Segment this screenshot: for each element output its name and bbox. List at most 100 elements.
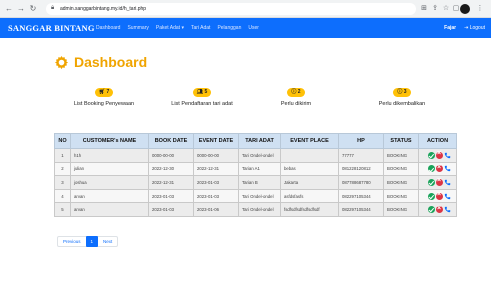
card-label: Perlu dikirim: [280, 101, 312, 107]
delete-icon[interactable]: [435, 177, 443, 186]
cell-action: [418, 161, 457, 177]
extension-icon[interactable]: ⊞: [420, 5, 428, 13]
cell-action: [418, 175, 457, 190]
nav-link-tari-adat[interactable]: Tari Adat: [191, 25, 210, 31]
cell-status: BOOKING: [383, 188, 419, 204]
confirm-icon[interactable]: [427, 151, 435, 159]
card-label: List Pendaftaran tari adat: [171, 101, 233, 107]
column-header: STATUS: [383, 133, 419, 149]
confirm-icon[interactable]: [427, 178, 435, 186]
cell-customer: joshua: [70, 175, 149, 190]
phone-icon[interactable]: [444, 165, 451, 172]
cell-no: 1: [54, 148, 71, 163]
cell-hp: 77777: [338, 148, 384, 163]
delete-icon[interactable]: [435, 191, 443, 200]
cell-event-date: 2023-01-06: [193, 202, 239, 217]
cell-status: BOOKING: [383, 202, 419, 217]
table-row: 3 joshua 2022-12-31 2023-01-03 Tarian B …: [54, 175, 457, 190]
card-pendaftaran-tari[interactable]: 👥︎ 5 List Pendaftaran tari adat: [152, 88, 252, 107]
nav-link-user[interactable]: User: [248, 25, 259, 31]
logout-label: Logout: [469, 25, 485, 31]
pagination-page-1[interactable]: 1: [85, 236, 99, 247]
logout-link[interactable]: ⇥ Logout: [464, 25, 485, 31]
sidebar-icon[interactable]: ▢: [452, 5, 460, 13]
cell-action: [418, 202, 457, 217]
nav-link-summary[interactable]: Summary: [127, 25, 148, 31]
count-badge: ⓘ 3: [393, 88, 411, 97]
cell-event-place: [280, 148, 339, 163]
card-booking-penyewaan[interactable]: 🛒︎ 7 List Booking Penyewaan: [54, 88, 154, 107]
forward-arrow-icon[interactable]: →: [16, 4, 26, 14]
column-header: CUSTOMER's NAME: [70, 133, 149, 149]
phone-icon[interactable]: [444, 193, 451, 200]
delete-icon[interactable]: [435, 205, 443, 214]
card-perlu-dikirim[interactable]: ⓘ 2 Perlu dikirim: [246, 88, 346, 107]
cell-tari-adat: Tari Ondel-ondel: [238, 202, 281, 217]
nav-link-pelanggan[interactable]: Pelanggan: [217, 25, 241, 31]
pagination-previous[interactable]: Previous: [58, 236, 86, 247]
cell-action: [418, 148, 457, 163]
nav-user-area: Fajar ⇥ Logout: [444, 25, 485, 31]
booking-table: NO CUSTOMER's NAME BOOK DATE EVENT DATE …: [54, 133, 457, 217]
nav-link-dashboard[interactable]: Dashboard: [96, 25, 120, 31]
profile-avatar[interactable]: [460, 4, 470, 14]
url-text: admin.sanggarbintang.my.id/h_tari.php: [60, 6, 147, 12]
cell-tari-adat: Tarian A1: [238, 161, 281, 177]
lock-icon: 🔒︎: [51, 5, 55, 11]
cell-status: BOOKING: [383, 148, 419, 163]
cell-book-date: 2022-12-30: [148, 161, 194, 177]
cell-event-date: 2023-01-03: [193, 175, 239, 190]
confirm-icon[interactable]: [427, 206, 435, 214]
phone-icon[interactable]: [444, 206, 451, 213]
confirm-icon[interactable]: [427, 192, 435, 200]
count-badge: ⓘ 2: [287, 88, 305, 97]
cell-no: 4: [54, 188, 71, 204]
column-header: EVENT DATE: [193, 133, 239, 149]
back-arrow-icon[interactable]: ←: [4, 4, 14, 14]
brand-logo[interactable]: SANGGAR BINTANG: [8, 23, 95, 33]
cell-event-place: fsdfsdfsdfsdfsdfsdf: [280, 202, 339, 217]
cell-book-date: 2023-01-03: [148, 188, 194, 204]
kebab-menu-icon[interactable]: ⋮: [476, 5, 484, 13]
pagination-next[interactable]: Next: [98, 236, 117, 247]
delete-icon[interactable]: [435, 164, 443, 173]
cell-hp: 082297105344: [338, 188, 384, 204]
phone-icon[interactable]: [444, 179, 451, 186]
bookmark-star-icon[interactable]: ☆: [442, 5, 450, 13]
cell-tari-adat: Tari Ondel-ondel: [238, 188, 281, 204]
page-title: Dashboard: [54, 54, 147, 70]
cell-event-date: 2022-12-31: [193, 161, 239, 177]
cell-status: BOOKING: [383, 175, 419, 190]
phone-icon[interactable]: [444, 152, 451, 159]
cell-event-place: Jakarta: [280, 175, 339, 190]
card-perlu-dikembalikan[interactable]: ⓘ 3 Perlu dikembalikan: [352, 88, 452, 107]
cell-customer: h1h: [70, 148, 149, 163]
cell-hp: 082297105344: [338, 202, 384, 217]
delete-icon[interactable]: [435, 150, 443, 159]
cell-customer: arvan: [70, 188, 149, 204]
confirm-icon[interactable]: [427, 165, 435, 173]
cell-event-place: bebas: [280, 161, 339, 177]
cell-event-date: 2023-01-03: [193, 188, 239, 204]
share-icon[interactable]: ⇪: [431, 5, 439, 13]
nav-link-paket-adat[interactable]: Paket Adat ▾: [156, 25, 184, 31]
cell-event-place: asfdsfasfs: [280, 188, 339, 204]
cell-book-date: 2022-12-31: [148, 175, 194, 190]
address-bar[interactable]: 🔒︎ admin.sanggarbintang.my.id/h_tari.php: [46, 3, 416, 15]
cell-customer: julian: [70, 161, 149, 177]
user-name[interactable]: Fajar: [444, 25, 456, 31]
card-label: Perlu dikembalikan: [378, 101, 426, 107]
column-header: BOOK DATE: [148, 133, 194, 149]
pagination: Previous 1 Next: [57, 236, 119, 247]
cell-no: 5: [54, 202, 71, 217]
column-header: ACTION: [418, 133, 457, 149]
column-header: NO: [54, 133, 71, 149]
cell-tari-adat: Tari Ondel-ondel: [238, 148, 281, 163]
cell-hp: 081228120812: [338, 161, 384, 177]
cell-status: BOOKING: [383, 161, 419, 177]
cell-tari-adat: Tarian B: [238, 175, 281, 190]
reload-icon[interactable]: ↻: [28, 4, 38, 14]
cell-book-date: 2023-01-03: [148, 202, 194, 217]
cell-no: 3: [54, 175, 71, 190]
cell-customer: arvan: [70, 202, 149, 217]
